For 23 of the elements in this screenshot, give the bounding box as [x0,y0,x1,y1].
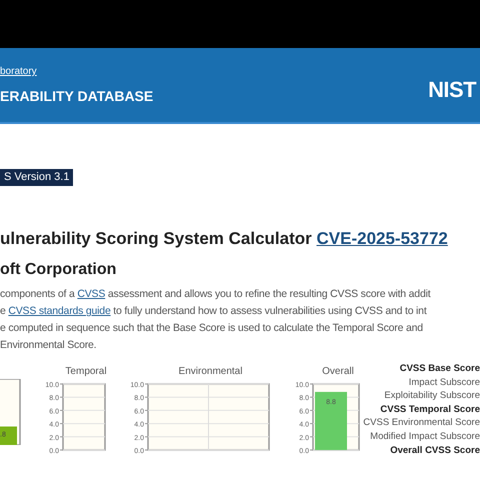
version-tab[interactable]: S Version 3.1 [0,169,74,186]
org-link[interactable]: boratory [0,67,154,77]
cve-link[interactable]: CVE-2025-53772 [316,229,448,248]
score-label: Modified Impact Subscore [370,430,480,444]
vendor-heading: oft Corporation [0,261,116,278]
score-label: Impact Subscore [408,376,480,390]
intro-text: Environmental Score. [0,338,98,353]
score-label: CVSS Environmental Score [363,416,480,430]
intro-text: e computed in sequence such that the Base Score is used to calculate the Temporal Score and [0,321,424,336]
cvss-link[interactable]: CVSS standards guide [8,305,111,317]
score-label: CVSS Base Score [400,362,480,376]
score-label: Overall CVSS Score [390,444,480,458]
page-title: ulnerability Scoring System Calculator CVE-2025-53772 [0,229,448,248]
intro-text: components of a CVSS assessment and allows you to refine the resulting CVSS score with addit [0,287,432,302]
chart-title: Temporal [64,365,108,379]
site-title: ERABILITY DATABASE [0,89,154,103]
score-label: CVSS Temporal Score [380,402,480,416]
cvss-link[interactable]: CVSS [77,288,106,300]
nist-logo: NIST [428,76,476,104]
chart-title: Overall [321,365,355,379]
chart-title: Environmental [178,365,244,379]
score-label: Exploitability Subscore [384,389,480,403]
intro-text: e CVSS standards guide to fully understand how to assess vulnerabilities using CVSS and to int [0,304,428,319]
